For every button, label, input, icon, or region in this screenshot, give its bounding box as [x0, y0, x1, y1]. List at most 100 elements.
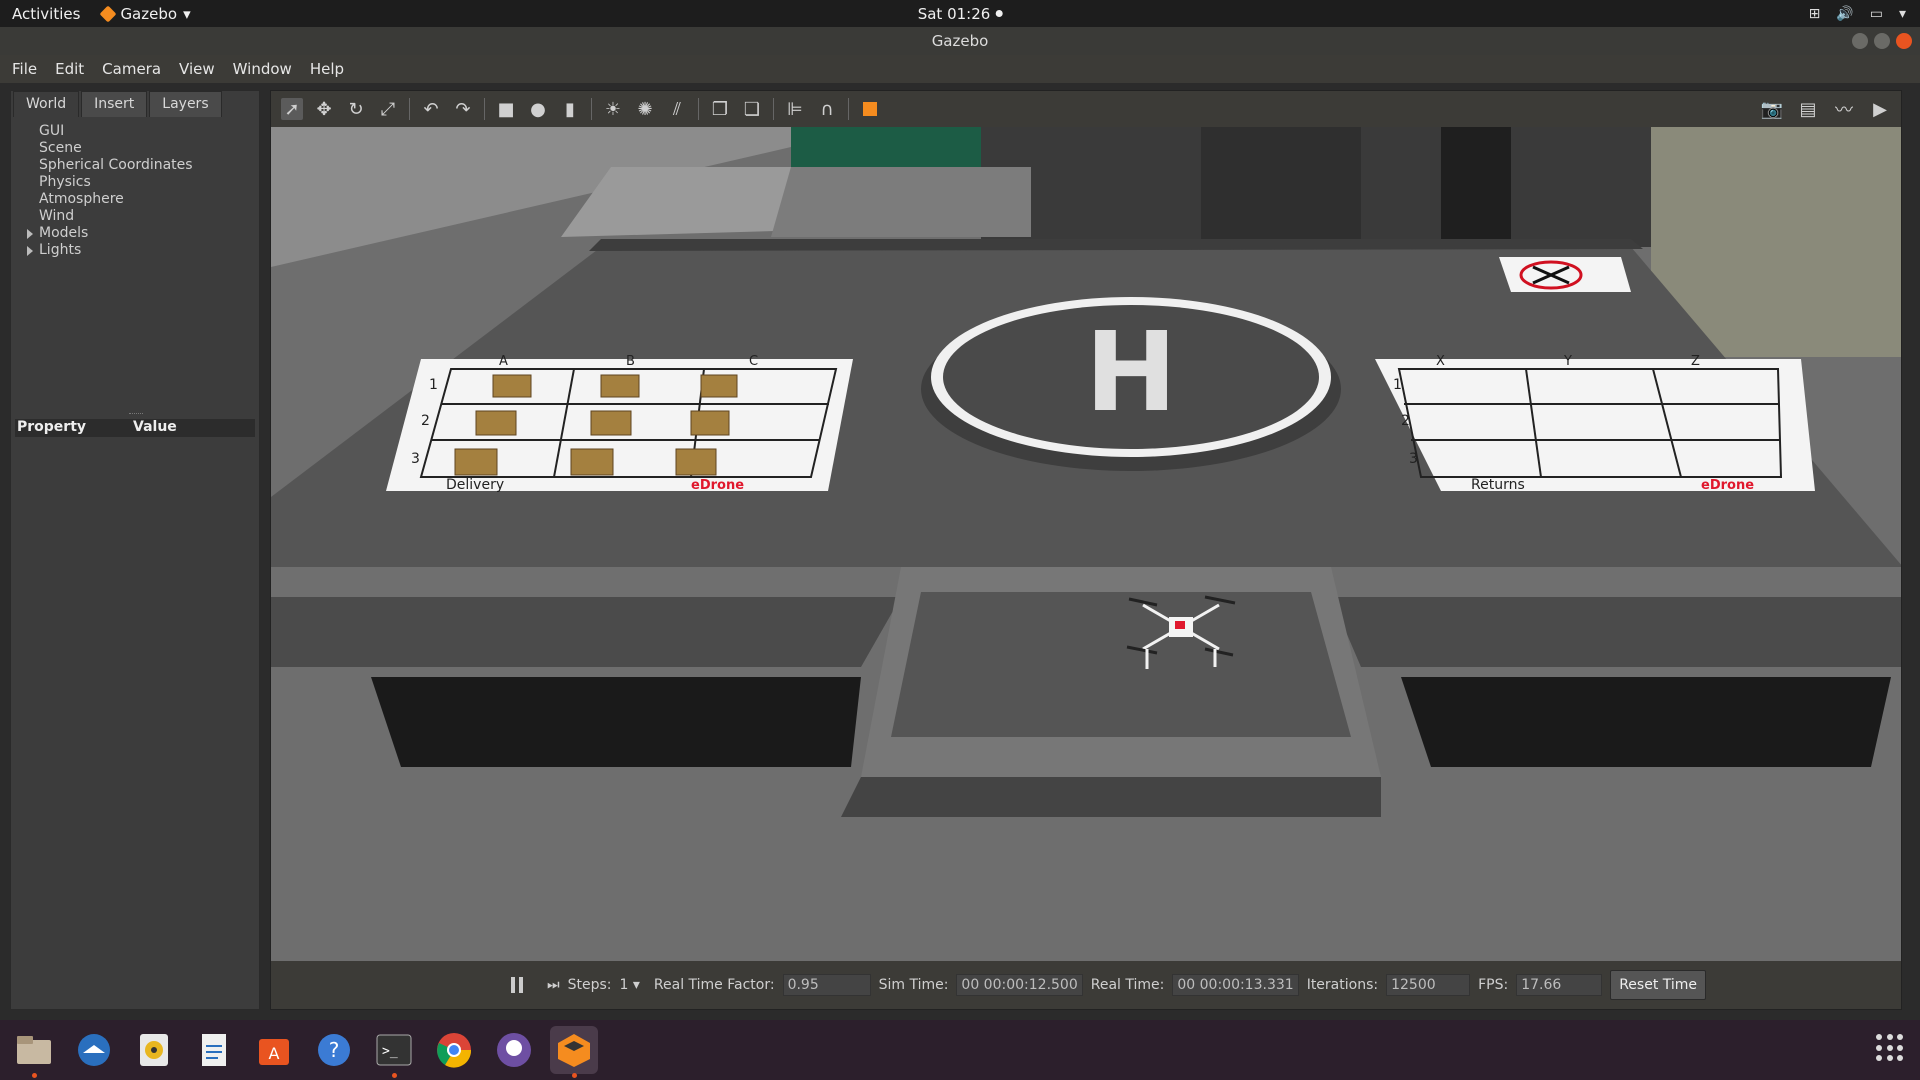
screenshot-icon[interactable]: 📷	[1761, 98, 1783, 120]
package-b2[interactable]	[590, 410, 632, 436]
package-c1[interactable]	[700, 374, 738, 398]
system-top-bar: Activities Gazebo ▾ Sat 01:26 ⊞ 🔊 ▭ ▾	[0, 0, 1920, 27]
sim-time-label: Sim Time:	[878, 977, 949, 993]
menu-edit[interactable]: Edit	[55, 60, 84, 78]
github-desktop-icon[interactable]	[490, 1026, 538, 1074]
align-icon[interactable]: ⊫	[784, 98, 806, 120]
sim-time-value: 00 00:00:12.500	[956, 974, 1083, 996]
tree-item-models[interactable]: Models	[11, 225, 259, 242]
activities-button[interactable]: Activities	[12, 5, 80, 23]
app-menu[interactable]: Gazebo ▾	[99, 4, 191, 23]
toolbar-separator	[484, 98, 485, 120]
roof-parapet	[589, 239, 1643, 251]
delivery-row-1: 1	[429, 377, 438, 393]
tab-world[interactable]: World	[13, 91, 80, 117]
sphere-icon[interactable]: ●	[527, 98, 549, 120]
delivery-col-c: C	[749, 354, 758, 369]
system-tray[interactable]: ⊞ 🔊 ▭ ▾	[1809, 6, 1906, 22]
maximize-button[interactable]	[1874, 33, 1890, 49]
chevron-down-icon: ▾	[183, 4, 191, 23]
package-c2[interactable]	[690, 410, 730, 436]
cylinder-icon[interactable]: ▮	[559, 98, 581, 120]
delivery-label: Delivery	[446, 477, 504, 493]
copy-icon[interactable]: ❐	[709, 98, 731, 120]
writer-icon[interactable]	[190, 1026, 238, 1074]
show-applications-icon[interactable]	[1876, 1034, 1904, 1062]
pause-icon[interactable]	[511, 977, 525, 993]
menu-view[interactable]: View	[179, 60, 215, 78]
tree-item-physics[interactable]: Physics	[11, 174, 259, 191]
step-icon[interactable]: ⏭	[547, 977, 560, 993]
tree-item-gui[interactable]: GUI	[11, 123, 259, 140]
close-button[interactable]	[1896, 33, 1912, 49]
toolbar-separator	[773, 98, 774, 120]
software-center-icon[interactable]: A	[250, 1026, 298, 1074]
left-tabs: World Insert Layers	[11, 91, 259, 117]
expand-arrow-icon[interactable]	[27, 246, 33, 256]
clock[interactable]: Sat 01:26	[918, 5, 1003, 23]
point-light-icon[interactable]: ☀	[602, 98, 624, 120]
thunderbird-icon[interactable]	[70, 1026, 118, 1074]
reset-time-button[interactable]: Reset Time	[1610, 970, 1707, 1000]
select-arrow-icon[interactable]: ➚	[281, 98, 303, 120]
rhythmbox-icon[interactable]	[130, 1026, 178, 1074]
expand-arrow-icon[interactable]	[27, 229, 33, 239]
snap-icon[interactable]: ∩	[816, 98, 838, 120]
package-a1[interactable]	[492, 374, 532, 398]
gazebo-icon[interactable]	[550, 1026, 598, 1078]
panel-splitter[interactable]	[129, 413, 143, 415]
tree-item-spherical-coordinates[interactable]: Spherical Coordinates	[11, 157, 259, 174]
package-a2[interactable]	[475, 410, 517, 436]
returns-row-2: 2	[1401, 413, 1410, 429]
tree-item-atmosphere[interactable]: Atmosphere	[11, 191, 259, 208]
steps-spinner[interactable]: 1 ▾	[620, 977, 640, 993]
translate-icon[interactable]: ✥	[313, 98, 335, 120]
directional-light-icon[interactable]: ⫽	[666, 98, 688, 120]
world-tree: GUI Scene Spherical Coordinates Physics …	[11, 117, 259, 259]
terminal-icon[interactable]: >_	[370, 1026, 418, 1078]
tree-item-wind[interactable]: Wind	[11, 208, 259, 225]
box-icon[interactable]: ■	[495, 98, 517, 120]
building-window-column	[1441, 127, 1511, 247]
menu-file[interactable]: File	[12, 60, 37, 78]
building-window-block	[1201, 127, 1361, 247]
delivery-row-2: 2	[421, 413, 430, 429]
help-icon[interactable]: ?	[310, 1026, 358, 1074]
menu-camera[interactable]: Camera	[102, 60, 161, 78]
tab-insert[interactable]: Insert	[81, 91, 148, 117]
plot-icon[interactable]: 〰	[1833, 98, 1855, 121]
chrome-icon[interactable]	[430, 1026, 478, 1074]
log-icon[interactable]: ▤	[1797, 98, 1819, 120]
chevron-down-icon: ▾	[1898, 5, 1906, 22]
scale-icon[interactable]: ⤢	[377, 98, 399, 120]
delivery-col-a: A	[499, 354, 508, 369]
record-video-icon[interactable]: ▶	[1869, 98, 1891, 120]
package-b3[interactable]	[570, 448, 614, 476]
menu-help[interactable]: Help	[310, 60, 344, 78]
package-a3[interactable]	[454, 448, 498, 476]
steps-label: Steps:	[567, 977, 612, 993]
roof-structure-top	[771, 167, 1031, 237]
menu-window[interactable]: Window	[233, 60, 292, 78]
tree-item-lights[interactable]: Lights	[11, 242, 259, 259]
ledge-right	[1331, 567, 1901, 597]
3d-viewport[interactable]: H A B C 1 2 3 Delivery eDrone X Y Z 1 2 …	[271, 127, 1901, 963]
files-icon[interactable]	[10, 1026, 58, 1078]
package-b1[interactable]	[600, 374, 640, 398]
svg-text:>_: >_	[382, 1044, 398, 1059]
package-c3[interactable]	[675, 448, 717, 476]
minimize-button[interactable]	[1852, 33, 1868, 49]
view-angle-icon[interactable]	[859, 98, 881, 120]
undo-icon[interactable]: ↶	[420, 98, 442, 120]
toolbar-right: 📷 ▤ 〰 ▶	[1761, 98, 1891, 122]
tree-item-scene[interactable]: Scene	[11, 140, 259, 157]
sim-status-bar: ⏭ Steps: 1 ▾ Real Time Factor: 0.95 Sim …	[271, 961, 1901, 1009]
rotate-icon[interactable]: ↻	[345, 98, 367, 120]
ubuntu-dock: A ? >_	[0, 1020, 1920, 1080]
paste-icon[interactable]: ❏	[741, 98, 763, 120]
tab-layers[interactable]: Layers	[149, 91, 222, 117]
render-window: ➚ ✥ ↻ ⤢ ↶ ↷ ■ ● ▮ ☀ ✺ ⫽ ❐ ❏ ⊫ ∩ 📷 ▤ 〰 ▶	[270, 90, 1902, 1010]
spot-light-icon[interactable]: ✺	[634, 98, 656, 120]
returns-label: Returns	[1471, 477, 1525, 493]
redo-icon[interactable]: ↷	[452, 98, 474, 120]
